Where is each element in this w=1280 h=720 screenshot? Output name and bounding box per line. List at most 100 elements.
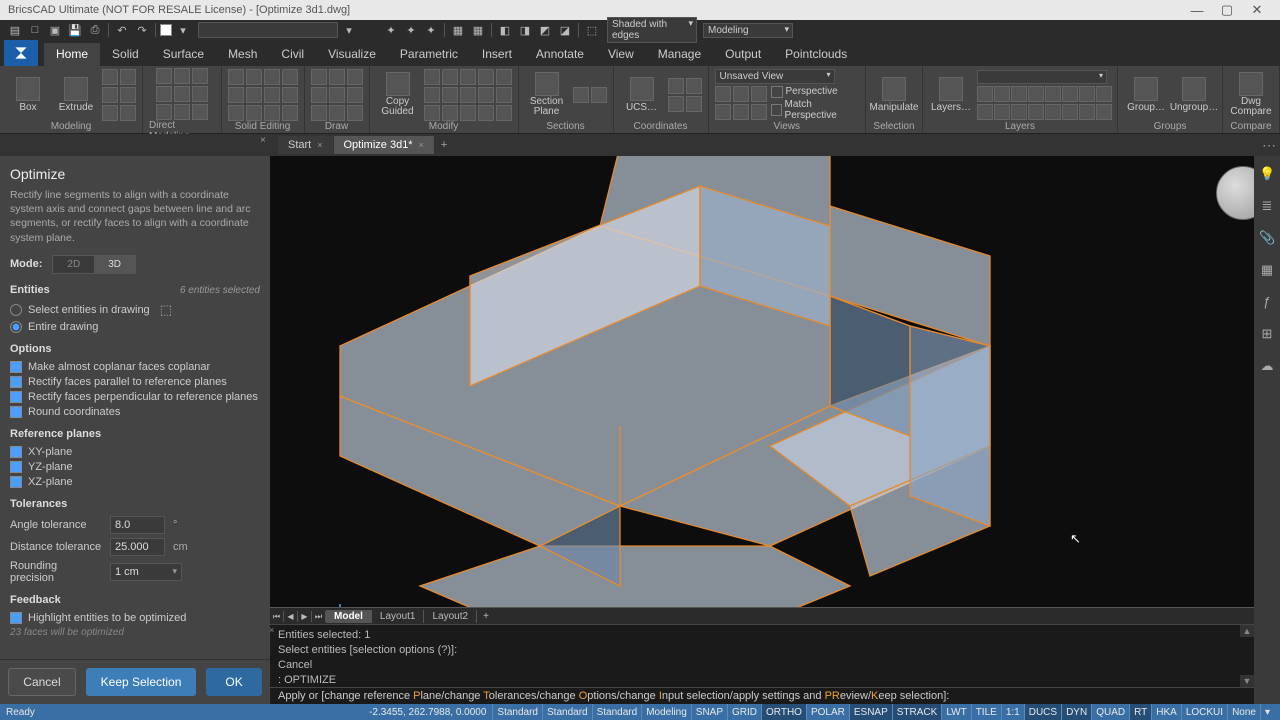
attachment-icon[interactable]: 📎 — [1259, 230, 1275, 246]
view-dropdown[interactable]: Unsaved View — [715, 69, 835, 84]
ungroup-button[interactable]: Ungroup… — [1172, 77, 1216, 113]
app-menu-button[interactable]: ▤ — [6, 21, 24, 39]
modeling-grid[interactable] — [102, 69, 136, 121]
layout-tab-1[interactable]: Layout1 — [372, 610, 425, 623]
tool-icon[interactable]: ✦ — [402, 21, 420, 39]
dwg-compare-button[interactable]: Dwg Compare — [1229, 72, 1273, 117]
dist-tol-input[interactable]: 25.000 — [110, 538, 165, 556]
match-perspective-checkbox[interactable]: Match Perspective — [771, 99, 860, 121]
box-button[interactable]: Box — [6, 77, 50, 113]
check-xz[interactable]: XZ-plane — [10, 476, 260, 488]
command-history[interactable]: × Entities selected: 1 Select entities [… — [270, 624, 1254, 687]
close-icon[interactable]: × — [419, 140, 424, 150]
undo-icon[interactable]: ↶ — [113, 21, 131, 39]
chevron-down-icon[interactable]: ▾ — [174, 21, 192, 39]
status-toggle[interactable]: ESNAP — [849, 704, 892, 720]
status-toggle[interactable]: QUAD — [1091, 704, 1129, 720]
close-icon[interactable]: ✕ — [1242, 2, 1272, 18]
status-toggle[interactable]: DUCS — [1024, 704, 1061, 720]
tool-icon[interactable]: ◨ — [516, 21, 534, 39]
perspective-checkbox[interactable]: Perspective — [771, 86, 860, 98]
cloud-icon[interactable]: ☁ — [1259, 358, 1275, 374]
check-highlight[interactable]: Highlight entities to be optimized — [10, 612, 260, 624]
solid-editing-grid[interactable] — [228, 69, 298, 121]
status-toggle[interactable]: None — [1227, 704, 1260, 720]
status-toggle[interactable]: TILE — [971, 704, 1001, 720]
tool-icon[interactable]: ▦ — [469, 21, 487, 39]
new-icon[interactable]: □ — [26, 21, 44, 39]
first-icon[interactable]: ⏮ — [270, 611, 284, 622]
round-dropdown[interactable]: 1 cm — [110, 563, 182, 581]
draw-grid[interactable] — [311, 69, 363, 121]
status-toggle[interactable]: DYN — [1061, 704, 1091, 720]
tab-solid[interactable]: Solid — [100, 43, 151, 66]
status-dropdown-icon[interactable]: ▾ — [1260, 704, 1274, 720]
tool-icon[interactable]: ▦ — [449, 21, 467, 39]
radio-select-entities[interactable]: Select entities in drawing⬚ — [10, 302, 260, 318]
tab-visualize[interactable]: Visualize — [316, 43, 388, 66]
check-yz[interactable]: YZ-plane — [10, 461, 260, 473]
mode-toggle[interactable]: 2D 3D — [52, 255, 136, 274]
tab-annotate[interactable]: Annotate — [524, 43, 596, 66]
status-toggle[interactable]: SNAP — [691, 704, 727, 720]
tab-pointclouds[interactable]: Pointclouds — [773, 43, 859, 66]
chevron-down-icon[interactable]: ▾ — [340, 21, 358, 39]
mode-3d[interactable]: 3D — [94, 256, 135, 273]
tool-icon[interactable]: ◩ — [536, 21, 554, 39]
pick-icon[interactable]: ⬚ — [160, 302, 172, 318]
minimize-icon[interactable]: — — [1182, 3, 1212, 18]
doc-tab-optimize[interactable]: Optimize 3d1*× — [334, 136, 434, 154]
radio-entire-drawing[interactable]: Entire drawing — [10, 321, 260, 333]
group-button[interactable]: Group… — [1124, 77, 1168, 113]
status-toggle[interactable]: POLAR — [806, 704, 849, 720]
status-toggle[interactable]: Standard — [542, 704, 592, 720]
modify-grid[interactable] — [424, 69, 512, 121]
command-search-input[interactable] — [198, 22, 338, 38]
extrude-button[interactable]: Extrude — [54, 77, 98, 113]
check-xy[interactable]: XY-plane — [10, 446, 260, 458]
status-toggle[interactable]: Standard — [492, 704, 542, 720]
workspace-dropdown[interactable]: Modeling — [703, 23, 793, 38]
tool-icon[interactable]: ◧ — [496, 21, 514, 39]
angle-tol-input[interactable]: 8.0 — [110, 516, 165, 534]
check-round[interactable]: Round coordinates — [10, 406, 260, 418]
ucs-button[interactable]: UCS… — [620, 77, 664, 113]
status-toggle[interactable]: HKA — [1151, 704, 1181, 720]
new-tab-button[interactable]: + — [435, 139, 453, 151]
more-icon[interactable]: ⋯ — [1262, 137, 1276, 154]
structure-icon[interactable]: ⊞ — [1259, 326, 1275, 342]
check-perpendicular[interactable]: Rectify faces perpendicular to reference… — [10, 391, 260, 403]
tab-mesh[interactable]: Mesh — [216, 43, 269, 66]
tool-icon[interactable]: ✦ — [382, 21, 400, 39]
tab-insert[interactable]: Insert — [470, 43, 524, 66]
close-icon[interactable]: × — [317, 140, 322, 150]
command-line[interactable]: Apply or [change reference Plane/change … — [270, 687, 1254, 704]
copy-guided-button[interactable]: Copy Guided — [376, 72, 420, 117]
tool-icon[interactable]: ◪ — [556, 21, 574, 39]
status-toggle[interactable]: LWT — [941, 704, 970, 720]
layers-icon[interactable]: ≣ — [1259, 198, 1275, 214]
section-plane-button[interactable]: Section Plane — [525, 72, 569, 117]
tab-manage[interactable]: Manage — [646, 43, 713, 66]
status-toggle[interactable]: RT — [1129, 704, 1151, 720]
prev-icon[interactable]: ◀ — [284, 611, 298, 622]
tab-civil[interactable]: Civil — [269, 43, 316, 66]
cancel-button[interactable]: Cancel — [8, 668, 75, 696]
layer-color-swatch[interactable] — [160, 24, 172, 36]
app-button[interactable] — [4, 40, 38, 66]
redo-icon[interactable]: ↷ — [133, 21, 151, 39]
print-icon[interactable]: ⎙ — [86, 21, 104, 39]
scroll-up-icon[interactable]: ▲ — [1240, 625, 1254, 637]
tab-surface[interactable]: Surface — [151, 43, 216, 66]
open-icon[interactable]: ▣ — [46, 21, 64, 39]
mode-2d[interactable]: 2D — [53, 256, 94, 273]
add-layout-button[interactable]: + — [477, 611, 495, 622]
sheet-icon[interactable]: ▦ — [1259, 262, 1275, 278]
layout-tab-model[interactable]: Model — [326, 610, 372, 623]
lightbulb-icon[interactable]: 💡 — [1259, 166, 1275, 182]
last-icon[interactable]: ⏭ — [312, 611, 326, 622]
tool-icon[interactable]: ✦ — [422, 21, 440, 39]
fx-icon[interactable]: ƒ — [1259, 294, 1275, 310]
status-toggle[interactable]: Modeling — [641, 704, 691, 720]
status-toggle[interactable]: Standard — [592, 704, 642, 720]
